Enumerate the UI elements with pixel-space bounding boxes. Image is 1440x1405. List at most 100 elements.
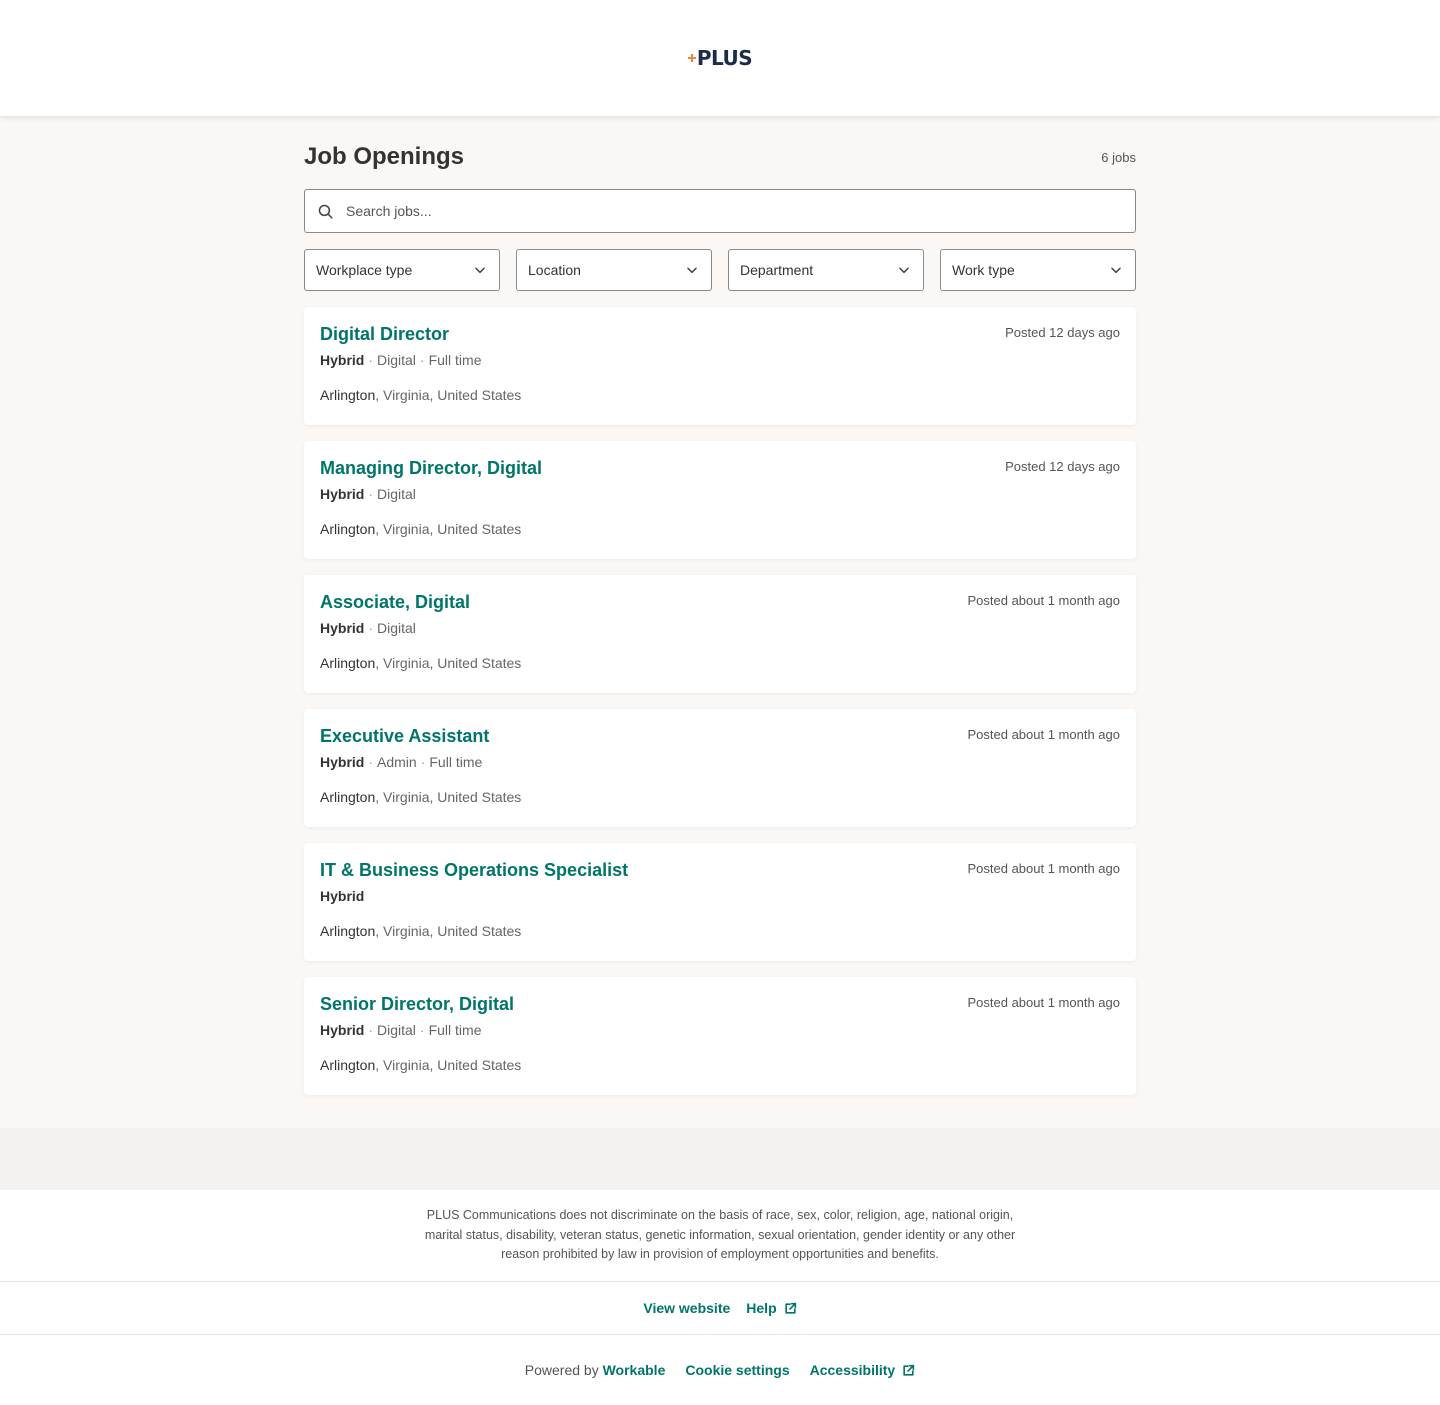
job-workplace: Hybrid xyxy=(320,888,365,904)
job-title-link[interactable]: Executive Assistant xyxy=(320,726,489,747)
job-card[interactable]: Digital Director Posted 12 days ago Hybr… xyxy=(304,307,1136,425)
job-title-link[interactable]: Associate, Digital xyxy=(320,592,470,613)
footer-links: View website Help xyxy=(0,1282,1440,1335)
job-card[interactable]: IT & Business Operations Specialist Post… xyxy=(304,843,1136,961)
filter-workplace-type[interactable]: Workplace type xyxy=(304,249,500,291)
meta-separator: · xyxy=(368,754,374,770)
job-location-city: Arlington xyxy=(320,387,376,403)
job-card[interactable]: Executive Assistant Posted about 1 month… xyxy=(304,709,1136,827)
cookie-settings-label: Cookie settings xyxy=(685,1362,790,1378)
powered-by: Powered by Workable xyxy=(525,1362,666,1378)
job-meta: Hybrid · Digital xyxy=(320,486,1120,502)
plus-icon xyxy=(687,54,696,62)
meta-separator: · xyxy=(368,486,374,502)
meta-separator: · xyxy=(368,352,374,368)
jobs-container: Job Openings 6 jobs Workplace type Locat… xyxy=(304,140,1136,1095)
job-workplace: Hybrid xyxy=(320,486,365,502)
job-location: Arlington, Virginia, United States xyxy=(320,923,1120,939)
job-type: Full time xyxy=(428,352,482,368)
plus-logo[interactable]: PLUS xyxy=(687,46,753,70)
job-location-city: Arlington xyxy=(320,923,376,939)
job-location-region: , Virginia, United States xyxy=(375,655,522,671)
filter-work-type[interactable]: Work type xyxy=(940,249,1136,291)
help-link[interactable]: Help xyxy=(746,1300,796,1316)
job-department: Digital xyxy=(377,1022,416,1038)
meta-separator: · xyxy=(419,352,425,368)
view-website-link[interactable]: View website xyxy=(643,1300,730,1316)
page-title: Job Openings xyxy=(304,143,465,170)
external-link-icon xyxy=(784,1302,796,1314)
filter-department[interactable]: Department xyxy=(728,249,924,291)
job-workplace: Hybrid xyxy=(320,754,365,770)
job-location-region: , Virginia, United States xyxy=(375,387,522,403)
job-posted-date: Posted about 1 month ago xyxy=(967,995,1120,1010)
accessibility-link[interactable]: Accessibility xyxy=(810,1362,916,1378)
job-location-city: Arlington xyxy=(320,1057,376,1073)
job-title-link[interactable]: Managing Director, Digital xyxy=(320,458,542,479)
site-footer: PLUS Communications does not discriminat… xyxy=(0,1190,1440,1405)
job-location-city: Arlington xyxy=(320,521,376,537)
eeo-notice-text: PLUS Communications does not discriminat… xyxy=(424,1208,1016,1262)
job-list: Digital Director Posted 12 days ago Hybr… xyxy=(304,307,1136,1095)
job-location: Arlington, Virginia, United States xyxy=(320,387,1120,403)
footer-spacer xyxy=(0,1128,1440,1190)
job-posted-date: Posted about 1 month ago xyxy=(967,593,1120,608)
job-department: Digital xyxy=(377,620,416,636)
search-bar[interactable] xyxy=(304,189,1136,233)
filter-label: Department xyxy=(740,262,814,278)
job-location-city: Arlington xyxy=(320,789,376,805)
job-posted-date: Posted 12 days ago xyxy=(1005,325,1120,340)
filter-location[interactable]: Location xyxy=(516,249,712,291)
meta-separator: · xyxy=(368,1022,374,1038)
job-card[interactable]: Associate, Digital Posted about 1 month … xyxy=(304,575,1136,693)
job-meta: Hybrid · Digital xyxy=(320,620,1120,636)
job-meta: Hybrid xyxy=(320,888,1120,904)
job-title-link[interactable]: Digital Director xyxy=(320,324,449,345)
chevron-down-icon xyxy=(475,267,485,274)
meta-separator: · xyxy=(419,1022,425,1038)
job-posted-date: Posted about 1 month ago xyxy=(967,727,1120,742)
job-department: Digital xyxy=(377,486,416,502)
accessibility-label: Accessibility xyxy=(809,1362,896,1378)
job-type: Full time xyxy=(428,1022,482,1038)
search-input[interactable] xyxy=(346,203,1106,219)
eeo-notice: PLUS Communications does not discriminat… xyxy=(0,1190,1440,1282)
chevron-down-icon xyxy=(687,267,697,274)
job-location-region: , Virginia, United States xyxy=(375,1057,522,1073)
external-link-icon xyxy=(903,1364,915,1376)
chevron-down-icon xyxy=(899,267,909,274)
job-count: 6 jobs xyxy=(1101,149,1136,165)
filter-label: Work type xyxy=(952,262,1015,278)
filters-row: Workplace type Location Department Work … xyxy=(304,249,1136,291)
job-department: Admin xyxy=(377,754,417,770)
job-title-link[interactable]: IT & Business Operations Specialist xyxy=(320,860,628,881)
meta-separator: · xyxy=(420,754,426,770)
job-location-region: , Virginia, United States xyxy=(375,521,522,537)
title-row: Job Openings 6 jobs xyxy=(304,140,1136,174)
job-posted-date: Posted about 1 month ago xyxy=(967,861,1120,876)
job-workplace: Hybrid xyxy=(320,1022,365,1038)
job-location-region: , Virginia, United States xyxy=(375,923,522,939)
job-meta: Hybrid · Admin · Full time xyxy=(320,754,1120,770)
job-location: Arlington, Virginia, United States xyxy=(320,789,1120,805)
help-label: Help xyxy=(746,1300,777,1316)
chevron-down-icon xyxy=(1111,267,1121,274)
meta-separator: · xyxy=(368,620,374,636)
job-location-city: Arlington xyxy=(320,655,376,671)
filter-label: Workplace type xyxy=(316,262,413,278)
job-workplace: Hybrid xyxy=(320,352,365,368)
job-location: Arlington, Virginia, United States xyxy=(320,655,1120,671)
job-card[interactable]: Managing Director, Digital Posted 12 day… xyxy=(304,441,1136,559)
job-workplace: Hybrid xyxy=(320,620,365,636)
job-location: Arlington, Virginia, United States xyxy=(320,521,1120,537)
cookie-settings-link[interactable]: Cookie settings xyxy=(685,1362,789,1378)
workable-link[interactable]: Workable xyxy=(603,1362,666,1378)
job-type: Full time xyxy=(429,754,483,770)
filter-label: Location xyxy=(528,262,581,278)
main-content: Job Openings 6 jobs Workplace type Locat… xyxy=(0,116,1440,1128)
footer-bottom: Powered by Workable Cookie settings Acce… xyxy=(0,1335,1440,1405)
job-location-region: , Virginia, United States xyxy=(375,789,522,805)
job-meta: Hybrid · Digital · Full time xyxy=(320,1022,1120,1038)
job-card[interactable]: Senior Director, Digital Posted about 1 … xyxy=(304,977,1136,1095)
job-title-link[interactable]: Senior Director, Digital xyxy=(320,994,514,1015)
